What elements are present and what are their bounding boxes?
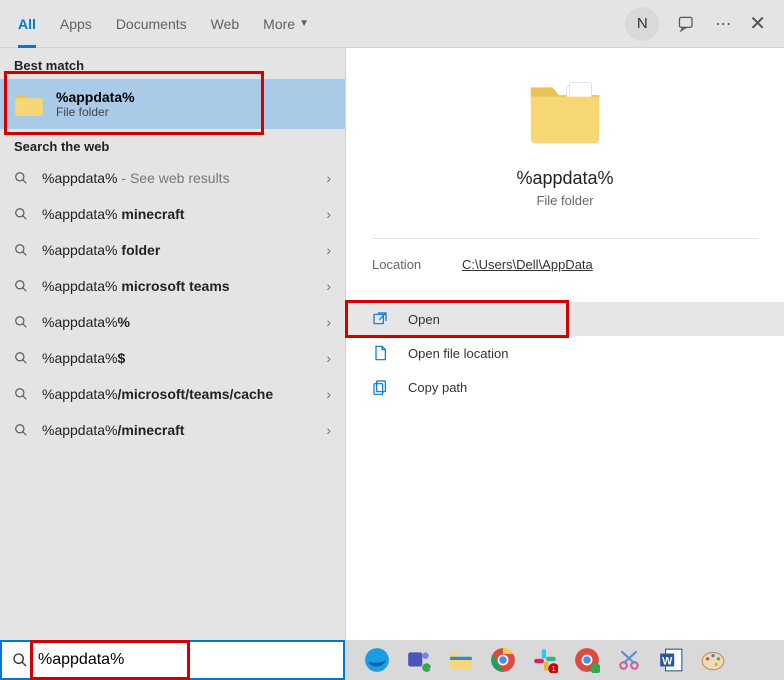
web-suggestion[interactable]: %appdata% folder› bbox=[0, 232, 345, 268]
main-content: Best match %appdata% File folder Search … bbox=[0, 48, 784, 640]
suggestions-list: %appdata% - See web results›%appdata% mi… bbox=[0, 160, 345, 448]
action-open-label: Open bbox=[408, 312, 440, 327]
suggestion-label: %appdata% - See web results bbox=[42, 170, 326, 186]
action-copy-path[interactable]: Copy path bbox=[346, 370, 784, 404]
suggestion-label: %appdata% minecraft bbox=[42, 206, 326, 222]
divider bbox=[372, 238, 758, 239]
folder-large-icon bbox=[525, 78, 605, 148]
preview-title: %appdata% bbox=[346, 168, 784, 189]
svg-text:✓: ✓ bbox=[429, 666, 432, 672]
tab-more[interactable]: More ▼ bbox=[263, 0, 309, 48]
preview-pane: %appdata% File folder Location C:\Users\… bbox=[345, 48, 784, 640]
action-copy-path-label: Copy path bbox=[408, 380, 467, 395]
web-suggestion[interactable]: %appdata% - See web results› bbox=[0, 160, 345, 196]
taskbar-app-paint[interactable] bbox=[699, 646, 727, 674]
suggestion-label: %appdata% folder bbox=[42, 242, 326, 258]
taskbar-app-chrome-alt[interactable] bbox=[573, 646, 601, 674]
file-location-icon bbox=[372, 345, 396, 361]
best-match-title: %appdata% bbox=[56, 89, 135, 105]
location-link[interactable]: C:\Users\Dell\AppData bbox=[462, 257, 593, 272]
action-open-file-location[interactable]: Open file location bbox=[346, 336, 784, 370]
taskbar-app-explorer[interactable] bbox=[447, 646, 475, 674]
chevron-right-icon: › bbox=[326, 350, 331, 366]
chevron-right-icon: › bbox=[326, 314, 331, 330]
taskbar: ✓ 1 W bbox=[0, 640, 784, 680]
chevron-right-icon: › bbox=[326, 278, 331, 294]
best-match-result[interactable]: %appdata% File folder bbox=[0, 79, 345, 129]
tab-more-label: More bbox=[263, 16, 295, 32]
search-icon bbox=[14, 279, 32, 293]
folder-icon bbox=[14, 91, 44, 117]
suggestion-label: %appdata%$ bbox=[42, 350, 326, 366]
search-icon bbox=[14, 423, 32, 437]
search-icon bbox=[14, 351, 32, 365]
taskbar-search[interactable] bbox=[0, 640, 345, 680]
chevron-right-icon: › bbox=[326, 170, 331, 186]
location-row: Location C:\Users\Dell\AppData bbox=[346, 251, 784, 278]
svg-text:W: W bbox=[662, 655, 673, 667]
taskbar-app-snip[interactable] bbox=[615, 646, 643, 674]
location-label: Location bbox=[372, 257, 462, 272]
search-icon bbox=[12, 652, 30, 668]
results-pane: Best match %appdata% File folder Search … bbox=[0, 48, 345, 640]
web-suggestion[interactable]: %appdata%$› bbox=[0, 340, 345, 376]
search-icon bbox=[14, 171, 32, 185]
search-icon bbox=[14, 315, 32, 329]
taskbar-app-word[interactable]: W bbox=[657, 646, 685, 674]
section-best-match: Best match bbox=[0, 48, 345, 79]
close-icon[interactable]: ✕ bbox=[749, 11, 766, 36]
svg-text:1: 1 bbox=[552, 664, 556, 673]
more-options-icon[interactable]: ⋯ bbox=[715, 14, 731, 34]
tab-all[interactable]: All bbox=[18, 0, 36, 48]
open-icon bbox=[372, 311, 396, 327]
chevron-right-icon: › bbox=[326, 242, 331, 258]
search-icon bbox=[14, 243, 32, 257]
search-icon bbox=[14, 387, 32, 401]
search-icon bbox=[14, 207, 32, 221]
tab-apps[interactable]: Apps bbox=[60, 0, 92, 48]
web-suggestion[interactable]: %appdata% minecraft› bbox=[0, 196, 345, 232]
action-open-file-location-label: Open file location bbox=[408, 346, 508, 361]
action-list: Open Open file location Copy path bbox=[346, 302, 784, 404]
tab-web[interactable]: Web bbox=[211, 0, 240, 48]
taskbar-app-edge[interactable] bbox=[363, 646, 391, 674]
feedback-icon[interactable] bbox=[677, 14, 697, 34]
suggestion-label: %appdata%/microsoft/teams/cache bbox=[42, 386, 326, 402]
search-scope-tabs: All Apps Documents Web More ▼ N ⋯ ✕ bbox=[0, 0, 784, 48]
web-suggestion[interactable]: %appdata%/minecraft› bbox=[0, 412, 345, 448]
chevron-right-icon: › bbox=[326, 422, 331, 438]
section-search-web: Search the web bbox=[0, 129, 345, 160]
search-input[interactable] bbox=[38, 642, 333, 678]
chevron-right-icon: › bbox=[326, 206, 331, 222]
action-open[interactable]: Open bbox=[346, 302, 784, 336]
chevron-right-icon: › bbox=[326, 386, 331, 402]
taskbar-app-teams[interactable]: ✓ bbox=[405, 646, 433, 674]
web-suggestion[interactable]: %appdata% microsoft teams› bbox=[0, 268, 345, 304]
best-match-subtitle: File folder bbox=[56, 105, 135, 119]
web-suggestion[interactable]: %appdata%/microsoft/teams/cache› bbox=[0, 376, 345, 412]
web-suggestion[interactable]: %appdata%%› bbox=[0, 304, 345, 340]
user-avatar[interactable]: N bbox=[625, 7, 659, 41]
preview-subtitle: File folder bbox=[346, 193, 784, 208]
suggestion-label: %appdata% microsoft teams bbox=[42, 278, 326, 294]
taskbar-apps: ✓ 1 W bbox=[345, 646, 727, 674]
taskbar-app-chrome[interactable] bbox=[489, 646, 517, 674]
taskbar-app-slack[interactable]: 1 bbox=[531, 646, 559, 674]
chevron-down-icon: ▼ bbox=[299, 18, 309, 29]
tab-documents[interactable]: Documents bbox=[116, 0, 187, 48]
suggestion-label: %appdata%/minecraft bbox=[42, 422, 326, 438]
copy-icon bbox=[372, 379, 396, 395]
suggestion-label: %appdata%% bbox=[42, 314, 326, 330]
